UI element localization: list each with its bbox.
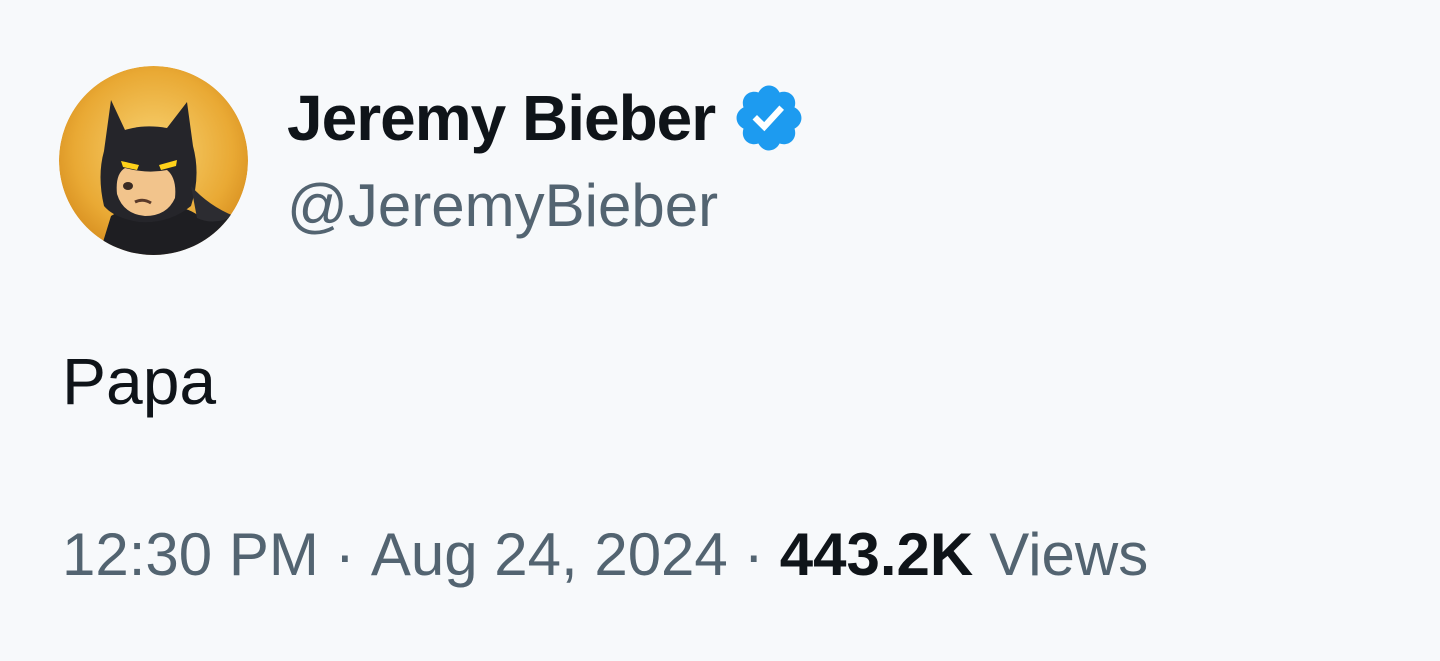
batman-avatar-icon: [59, 66, 248, 255]
views-count[interactable]: 443.2K: [780, 525, 973, 585]
tweet-text: Papa: [62, 344, 217, 418]
author-avatar[interactable]: [59, 66, 248, 255]
author-display-name[interactable]: Jeremy Bieber: [287, 86, 716, 150]
verified-badge-icon[interactable]: [731, 80, 807, 156]
tweet-meta: 12:30 PM · Aug 24, 2024 · 443.2K Views: [62, 525, 1148, 585]
tweet-date[interactable]: Aug 24, 2024: [371, 525, 728, 585]
views-label: Views: [989, 521, 1149, 588]
tweet-time[interactable]: 12:30 PM: [62, 525, 319, 585]
author-name-row: Jeremy Bieber: [287, 78, 807, 158]
author-handle[interactable]: @JeremyBieber: [287, 176, 718, 236]
tweet-card: Jeremy Bieber @JeremyBieber Papa 12:30 P…: [0, 0, 1440, 661]
meta-separator: ·: [743, 521, 764, 588]
meta-separator: ·: [334, 521, 355, 588]
